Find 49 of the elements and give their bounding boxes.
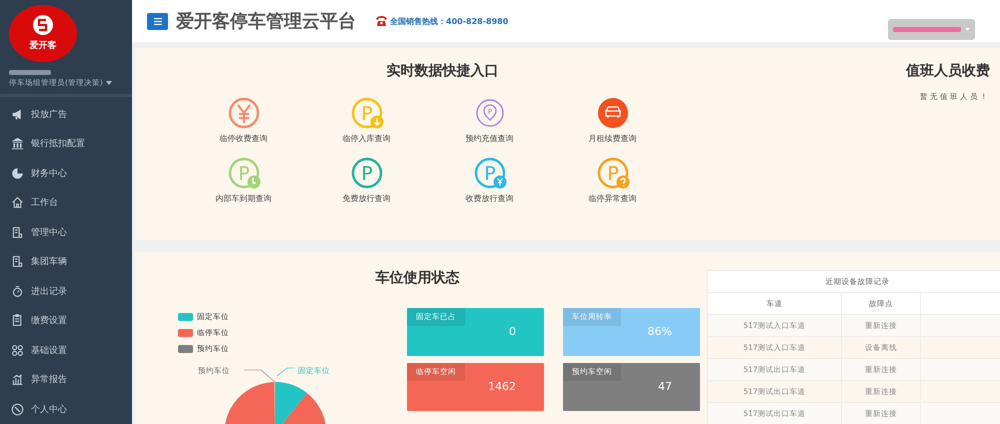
quick-entry-link[interactable]: 月租续费查询 xyxy=(588,133,636,144)
logo-mark-icon xyxy=(33,14,53,35)
caret-icon[interactable] xyxy=(106,80,112,84)
sidebar-item[interactable]: 个人中心 xyxy=(0,394,132,424)
app-title: 爱开客停车管理云平台 xyxy=(176,10,356,33)
pie-chart-icon xyxy=(11,166,24,180)
stopwatch-icon xyxy=(11,284,24,298)
yen-icon[interactable] xyxy=(226,96,260,130)
quick-entry-link[interactable]: 内部车到期查询 xyxy=(216,193,272,204)
sidebar-item[interactable]: 基础设置 xyxy=(0,336,132,365)
sidebar-item[interactable]: 财务中心 xyxy=(0,158,132,188)
section-title: 实时数据快捷入口 xyxy=(386,62,500,80)
section-title: 车位使用状态 xyxy=(374,269,460,287)
sidebar-item[interactable]: 缴费设置 xyxy=(0,306,132,336)
clipboard-icon xyxy=(11,314,24,328)
stat-value: 0 xyxy=(509,325,516,338)
document-icon xyxy=(11,255,24,268)
megaphone-icon xyxy=(11,108,24,121)
user-dropdown[interactable] xyxy=(888,19,975,40)
quick-entry-link[interactable]: 临停收费查询 xyxy=(220,133,268,144)
phone-icon xyxy=(376,16,387,26)
sales-hotline: 全国销售热线：400-828-8980 xyxy=(390,16,508,26)
menu-button[interactable] xyxy=(147,12,168,30)
bar-chart-icon xyxy=(11,373,24,386)
sidebar-item[interactable]: 集团车辆 xyxy=(0,247,132,276)
caret-icon xyxy=(965,28,970,31)
blurred-username xyxy=(9,70,51,74)
sidebar-item[interactable]: 管理中心 xyxy=(0,218,132,247)
stat-value: 86% xyxy=(648,325,672,338)
quick-entry-link[interactable]: 临停异常查询 xyxy=(588,193,636,204)
car-icon[interactable] xyxy=(596,96,630,130)
section-title: 值班人员收费 xyxy=(906,62,990,80)
stat-value: 1462 xyxy=(488,380,516,393)
quick-entry-link[interactable]: 预约充值查询 xyxy=(466,133,514,144)
sidebar-item[interactable]: 进出记录 xyxy=(0,276,132,306)
quick-entry-link[interactable]: 免费放行查询 xyxy=(342,193,390,204)
logo-text: 爱开客 xyxy=(30,39,56,52)
quick-entry-link[interactable]: 收费放行查询 xyxy=(466,193,514,204)
sidebar-item[interactable]: 异常报告 xyxy=(0,365,132,394)
quick-entry-link[interactable]: 临停入库查询 xyxy=(342,133,390,144)
bank-icon xyxy=(11,137,24,150)
sidebar-item[interactable]: 投放广告 xyxy=(0,100,132,129)
home-icon xyxy=(11,196,24,210)
menu-icon xyxy=(154,18,162,24)
sidebar-item[interactable]: 银行抵扣配置 xyxy=(0,129,132,158)
sidebar-item[interactable]: 工作台 xyxy=(0,188,132,218)
stat-value: 47 xyxy=(658,380,672,393)
document-icon xyxy=(11,226,24,239)
grid-icon xyxy=(11,344,24,357)
